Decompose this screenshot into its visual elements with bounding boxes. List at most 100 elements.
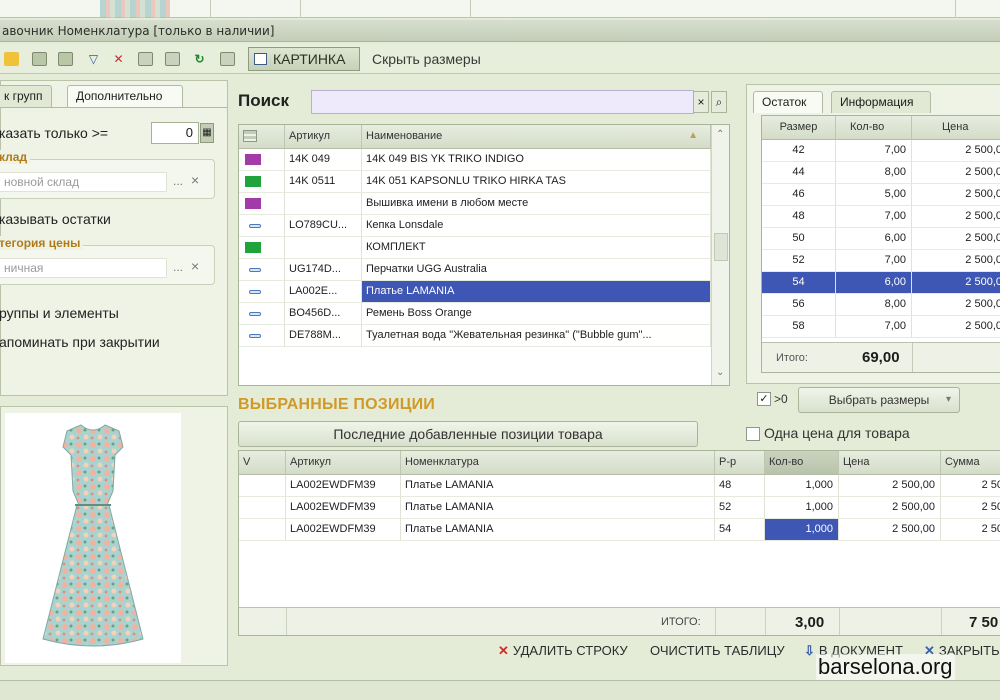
row-marker[interactable] [239,237,285,259]
product-name[interactable]: Перчатки UGG Australia [362,259,711,281]
stock-table[interactable]: Размер Кол-во Цена 42 7,00 2 500,0 44 8,00 2 … [761,115,1000,373]
stock-size[interactable]: 52 [762,250,836,272]
choose-sizes-button[interactable]: Выбрать размеры ▾ [798,387,960,413]
groups-elements-checkbox[interactable]: руппы и элементы [0,305,119,321]
selected-v[interactable] [239,519,286,541]
selected-size[interactable]: 52 [715,497,765,519]
calculator-icon[interactable]: ▦ [200,123,214,143]
selected-name[interactable]: Платье LAMANIA [401,475,715,497]
product-name[interactable]: Кепка Lonsdale [362,215,711,237]
selected-price[interactable]: 2 500,00 [839,497,941,519]
col-size-header[interactable]: Р-р [715,451,765,475]
product-article[interactable]: DE788M... [285,325,362,347]
product-article[interactable] [285,237,362,259]
row-marker[interactable] [239,259,285,281]
selected-article[interactable]: LA002EWDFM39 [286,519,401,541]
tab-stock[interactable]: Остаток [753,91,823,113]
col-v-header[interactable]: V [239,451,286,475]
selected-size[interactable]: 48 [715,475,765,497]
stock-size[interactable]: 46 [762,184,836,206]
stock-price[interactable]: 2 500,0 [912,184,1000,206]
selected-article[interactable]: LA002EWDFM39 [286,475,401,497]
one-price-checkbox[interactable] [746,427,760,441]
stock-qty[interactable]: 6,00 [836,272,912,294]
col-article-header[interactable]: Артикул [286,451,401,475]
product-article[interactable]: LA002E... [285,281,362,303]
price-category-clear-icon[interactable]: × [191,258,199,274]
new-item-icon[interactable] [4,52,19,66]
copy-icon[interactable] [32,52,47,66]
col-sum-header[interactable]: Сумма [941,451,1000,475]
stock-size[interactable]: 58 [762,316,836,338]
stock-qty[interactable]: 8,00 [836,162,912,184]
filter-icon[interactable]: ▽ [86,52,101,66]
warehouse-field[interactable]: новной склад [0,172,167,192]
stock-size[interactable]: 50 [762,228,836,250]
stock-qty[interactable]: 5,00 [836,184,912,206]
search-clear-icon[interactable]: × [693,91,709,113]
row-marker[interactable] [239,215,285,237]
selected-price[interactable]: 2 500,00 [839,475,941,497]
tab-additional[interactable]: Дополнительно [67,85,183,107]
col-name-header[interactable]: Наименование ▲ [362,125,711,149]
product-article[interactable] [285,193,362,215]
stock-price[interactable]: 2 500,0 [912,206,1000,228]
product-article[interactable]: BO456D... [285,303,362,325]
stock-qty[interactable]: 7,00 [836,140,912,162]
picture-toggle-button[interactable]: КАРТИНКА [248,47,360,71]
grid-settings-icon[interactable] [243,130,257,142]
tab-groups[interactable]: к групп [0,85,52,107]
product-article[interactable]: LO789CU... [285,215,362,237]
remember-on-close-checkbox[interactable]: апоминать при закрытии [0,334,160,350]
warehouse-clear-icon[interactable]: × [191,172,199,188]
products-scrollbar[interactable]: ⌃ ⌄ [711,125,729,385]
row-marker[interactable] [239,193,285,215]
products-table[interactable]: Артикул Наименование ▲ 14K 049 14K 049 BI… [238,124,730,386]
scroll-thumb[interactable] [714,233,728,261]
product-name[interactable]: 14K 049 BIS YK TRIKO INDIGO [362,149,711,171]
stock-qty[interactable]: 8,00 [836,294,912,316]
clear-filter-icon[interactable]: ✕ [111,52,126,66]
col-price-header[interactable]: Цена [839,451,941,475]
hide-sizes-button[interactable]: Скрыть размеры [372,48,481,70]
stock-size[interactable]: 48 [762,206,836,228]
col-article-header[interactable]: Артикул [285,125,362,149]
stock-price[interactable]: 2 500,0 [912,272,1000,294]
recent-positions-button[interactable]: Последние добавленные позиции товара [238,421,698,447]
stock-qty[interactable]: 7,00 [836,316,912,338]
export-icon[interactable] [220,52,235,66]
selected-price[interactable]: 2 500,00 [839,519,941,541]
show-only-input[interactable]: 0 [151,122,199,144]
warehouse-select-button[interactable]: ... [173,174,183,188]
stock-price[interactable]: 2 500,0 [912,162,1000,184]
selected-positions-table[interactable]: V Артикул Номенклатура Р-р Кол-во Цена С… [238,450,1000,636]
stock-qty[interactable]: 6,00 [836,228,912,250]
list-icon[interactable] [138,52,153,66]
edit-icon[interactable] [58,52,73,66]
product-name[interactable]: 14K 051 KAPSONLU TRIKO HIRKA TAS [362,171,711,193]
product-article[interactable]: UG174D... [285,259,362,281]
stock-size[interactable]: 42 [762,140,836,162]
selected-qty[interactable]: 1,000 [765,497,839,519]
selected-qty[interactable]: 1,000 [765,519,839,541]
product-article[interactable]: 14K 049 [285,149,362,171]
stock-size[interactable]: 44 [762,162,836,184]
row-marker[interactable] [239,325,285,347]
price-category-field[interactable]: ничная [0,258,167,278]
stock-qty[interactable]: 7,00 [836,206,912,228]
row-marker[interactable] [239,149,285,171]
selected-sum[interactable]: 2 50 [941,475,1000,497]
stock-price[interactable]: 2 500,0 [912,316,1000,338]
row-marker[interactable] [239,171,285,193]
stock-price[interactable]: 2 500,0 [912,228,1000,250]
product-name[interactable]: Туалетная вода "Жевательная резинка" ("B… [362,325,711,347]
row-marker[interactable] [239,281,285,303]
search-input[interactable] [311,90,694,114]
stock-qty[interactable]: 7,00 [836,250,912,272]
product-name[interactable]: Ремень Boss Orange [362,303,711,325]
selected-sum[interactable]: 2 50 [941,519,1000,541]
refresh-icon[interactable]: ↻ [192,52,207,66]
tab-information[interactable]: Информация [831,91,931,113]
row-marker[interactable] [239,303,285,325]
selected-article[interactable]: LA002EWDFM39 [286,497,401,519]
